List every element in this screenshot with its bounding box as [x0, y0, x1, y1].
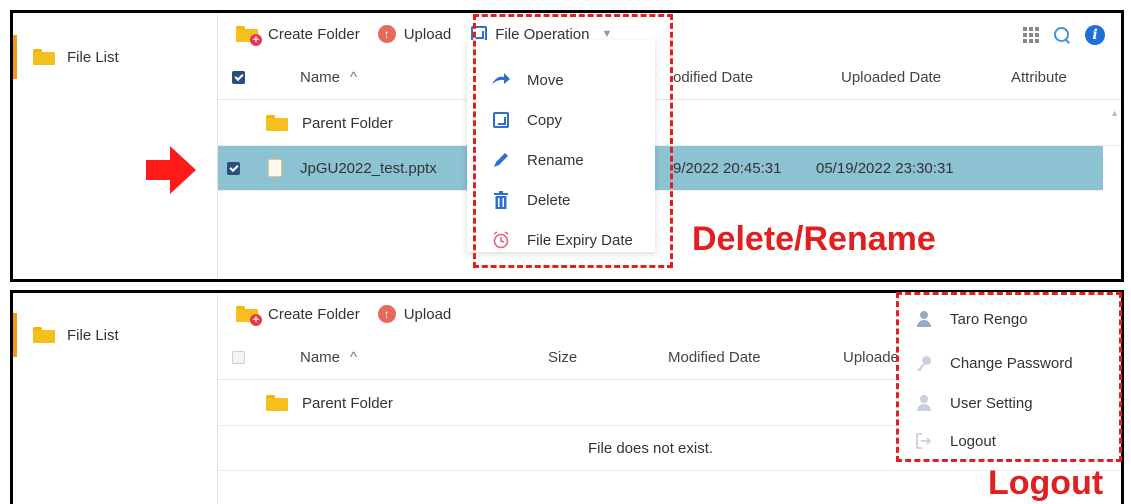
create-folder-icon: +	[236, 24, 262, 46]
column-name-label: Name	[300, 68, 341, 86]
column-uploaded-date-label: Uploade	[843, 348, 899, 366]
folder-icon	[33, 327, 55, 343]
create-folder-label: Create Folder	[268, 305, 360, 323]
sidebar-item-file-list[interactable]: File List	[13, 313, 216, 357]
sidebar-item-label: File List	[67, 48, 119, 66]
callout-delete-rename: Delete/Rename	[692, 220, 936, 258]
column-name[interactable]: Name ^	[300, 55, 357, 99]
create-folder-icon: +	[236, 304, 262, 326]
column-modified-date[interactable]: odified Date	[673, 55, 753, 99]
column-name-label: Name	[300, 348, 341, 366]
red-arrow-icon	[146, 146, 196, 194]
grid-view-icon[interactable]	[1023, 27, 1039, 43]
column-name[interactable]: Name ^	[300, 335, 357, 379]
sidebar-item-label: File List	[67, 326, 119, 344]
column-modified-date[interactable]: Modified Date	[668, 335, 761, 379]
create-folder-button[interactable]: + Create Folder	[236, 304, 360, 326]
upload-button[interactable]: ↑ Upload	[377, 305, 452, 323]
column-size[interactable]: Size	[548, 335, 577, 379]
row-name: JpGU2022_test.pptx	[300, 159, 437, 177]
row-uploaded-date: 05/19/2022 23:30:31	[816, 159, 954, 177]
info-icon[interactable]: i	[1085, 25, 1105, 45]
upload-label: Upload	[403, 305, 452, 323]
column-uploaded-date[interactable]: Uploaded Date	[841, 55, 941, 99]
create-folder-button[interactable]: + Create Folder	[236, 24, 360, 46]
row-name: Parent Folder	[302, 114, 393, 132]
column-modified-date-label: Modified Date	[668, 348, 761, 366]
select-all-checkbox[interactable]	[232, 70, 245, 84]
folder-icon	[266, 395, 288, 411]
upload-button[interactable]: ↑ Upload	[377, 25, 452, 43]
column-size-label: Size	[548, 348, 578, 366]
empty-state-message: File does not exist.	[588, 439, 714, 457]
upload-icon: ↑	[377, 305, 396, 323]
row-name: Parent Folder	[302, 394, 393, 412]
sidebar-item-file-list[interactable]: File List	[13, 35, 216, 79]
sidebar: File List	[13, 293, 218, 504]
sort-asc-icon: ^	[350, 348, 358, 366]
column-attribute-label: Attribute	[1011, 68, 1067, 86]
search-icon[interactable]	[1053, 26, 1071, 44]
sort-asc-icon: ^	[350, 68, 358, 86]
column-uploaded-date[interactable]: Uploade	[843, 335, 899, 379]
scroll-up-icon[interactable]: ▲	[1110, 108, 1119, 118]
column-uploaded-date-label: Uploaded Date	[841, 68, 942, 86]
highlight-user-menu	[896, 292, 1122, 462]
select-all-checkbox[interactable]	[232, 350, 245, 364]
column-attribute[interactable]: Attribute	[1011, 55, 1067, 99]
file-icon	[268, 159, 282, 177]
create-folder-label: Create Folder	[268, 25, 360, 43]
folder-icon	[33, 49, 55, 65]
folder-icon	[266, 115, 288, 131]
upload-icon: ↑	[377, 25, 396, 43]
row-checkbox[interactable]	[227, 161, 240, 175]
callout-logout: Logout	[988, 464, 1104, 502]
row-modified-date: 9/2022 20:45:31	[673, 159, 782, 177]
column-modified-date-label: odified Date	[673, 68, 754, 86]
upload-label: Upload	[403, 25, 452, 43]
highlight-file-operation	[473, 14, 673, 268]
